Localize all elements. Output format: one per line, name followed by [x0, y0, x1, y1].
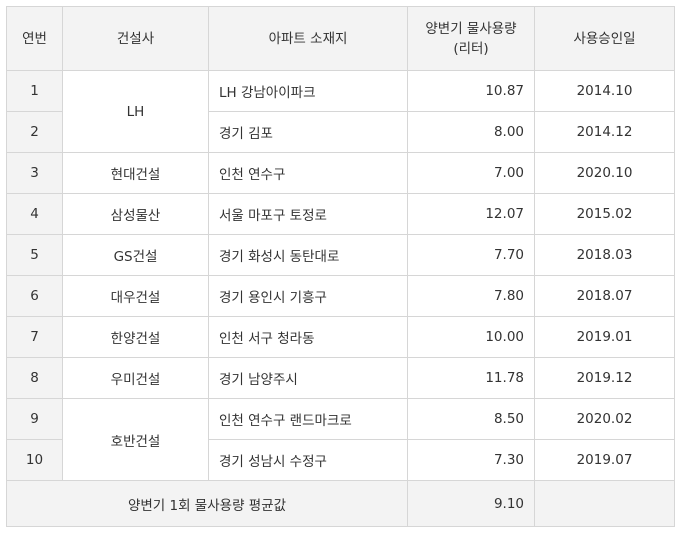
cell-volume: 7.30: [407, 439, 535, 481]
cell-no: 4: [6, 193, 63, 235]
cell-volume: 10.87: [407, 70, 535, 112]
cell-location: LH 강남아이파크: [208, 70, 408, 112]
cell-no: 10: [6, 439, 63, 481]
cell-location: 경기 성남시 수정구: [208, 439, 408, 481]
cell-approval: 2019.12: [534, 357, 675, 399]
table-row: 9 호반건설 인천 연수구 랜드마크로 8.50 2020.02: [6, 398, 675, 481]
cell-volume: 7.00: [407, 152, 535, 194]
cell-approval: 2019.01: [534, 316, 675, 358]
cell-volume: 7.70: [407, 234, 535, 276]
toilet-water-usage-table: 연번 건설사 아파트 소재지 양변기 물사용량 (리터) 사용승인일 1 LH …: [6, 6, 675, 527]
cell-volume: 7.80: [407, 275, 535, 317]
table-row: 3 현대건설 인천 연수구 7.00 2020.10: [6, 152, 675, 194]
header-volume-unit: (리터): [453, 40, 489, 57]
table-row: 4 삼성물산 서울 마포구 토정로 12.07 2015.02: [6, 193, 675, 235]
cell-no: 2: [6, 111, 63, 153]
table-row: 6 대우건설 경기 용인시 기흥구 7.80 2018.07: [6, 275, 675, 317]
cell-builder: 한양건설: [62, 316, 209, 358]
cell-approval: 2018.07: [534, 275, 675, 317]
cell-location: 경기 용인시 기흥구: [208, 275, 408, 317]
cell-builder: 삼성물산: [62, 193, 209, 235]
header-volume: 양변기 물사용량 (리터): [407, 6, 535, 71]
table-row: 5 GS건설 경기 화성시 동탄대로 7.70 2018.03: [6, 234, 675, 276]
cell-no: 8: [6, 357, 63, 399]
header-location: 아파트 소재지: [208, 6, 408, 71]
table-row: 8 우미건설 경기 남양주시 11.78 2019.12: [6, 357, 675, 399]
cell-location: 경기 화성시 동탄대로: [208, 234, 408, 276]
cell-builder: 우미건설: [62, 357, 209, 399]
header-builder: 건설사: [62, 6, 209, 71]
cell-volume: 10.00: [407, 316, 535, 358]
header-volume-title: 양변기 물사용량: [425, 20, 517, 37]
cell-location: 서울 마포구 토정로: [208, 193, 408, 235]
cell-volume: 12.07: [407, 193, 535, 235]
cell-no: 1: [6, 70, 63, 112]
table-header: 연번 건설사 아파트 소재지 양변기 물사용량 (리터) 사용승인일: [6, 6, 675, 71]
average-empty-cell: [534, 480, 675, 527]
cell-approval: 2019.07: [534, 439, 675, 481]
cell-no: 6: [6, 275, 63, 317]
cell-approval: 2020.10: [534, 152, 675, 194]
header-approval: 사용승인일: [534, 6, 675, 71]
cell-no: 9: [6, 398, 63, 440]
average-label: 양변기 1회 물사용량 평균값: [6, 480, 408, 527]
cell-approval: 2014.12: [534, 111, 675, 153]
header-row: 연번 건설사 아파트 소재지 양변기 물사용량 (리터) 사용승인일: [6, 6, 675, 71]
average-row: 양변기 1회 물사용량 평균값 9.10: [6, 480, 675, 527]
cell-no: 5: [6, 234, 63, 276]
average-value: 9.10: [407, 480, 535, 527]
cell-location: 인천 서구 청라동: [208, 316, 408, 358]
cell-volume: 8.00: [407, 111, 535, 153]
cell-builder: 호반건설: [62, 398, 209, 481]
cell-builder: LH: [62, 70, 209, 153]
cell-builder: 현대건설: [62, 152, 209, 194]
cell-location: 경기 김포: [208, 111, 408, 153]
cell-approval: 2015.02: [534, 193, 675, 235]
table-row: 7 한양건설 인천 서구 청라동 10.00 2019.01: [6, 316, 675, 358]
cell-builder: 대우건설: [62, 275, 209, 317]
cell-builder: GS건설: [62, 234, 209, 276]
table-body: 1 LH LH 강남아이파크 10.87 2014.10 2 경기 김포 8.0…: [6, 70, 675, 481]
table-footer: 양변기 1회 물사용량 평균값 9.10: [6, 480, 675, 527]
table-container: 연번 건설사 아파트 소재지 양변기 물사용량 (리터) 사용승인일 1 LH …: [6, 6, 675, 527]
header-no: 연번: [6, 6, 63, 71]
cell-approval: 2018.03: [534, 234, 675, 276]
cell-location: 경기 남양주시: [208, 357, 408, 399]
cell-location: 인천 연수구 랜드마크로: [208, 398, 408, 440]
cell-location: 인천 연수구: [208, 152, 408, 194]
cell-approval: 2014.10: [534, 70, 675, 112]
cell-no: 7: [6, 316, 63, 358]
cell-volume: 11.78: [407, 357, 535, 399]
cell-volume: 8.50: [407, 398, 535, 440]
table-row: 1 LH LH 강남아이파크 10.87 2014.10: [6, 70, 675, 153]
cell-approval: 2020.02: [534, 398, 675, 440]
cell-no: 3: [6, 152, 63, 194]
